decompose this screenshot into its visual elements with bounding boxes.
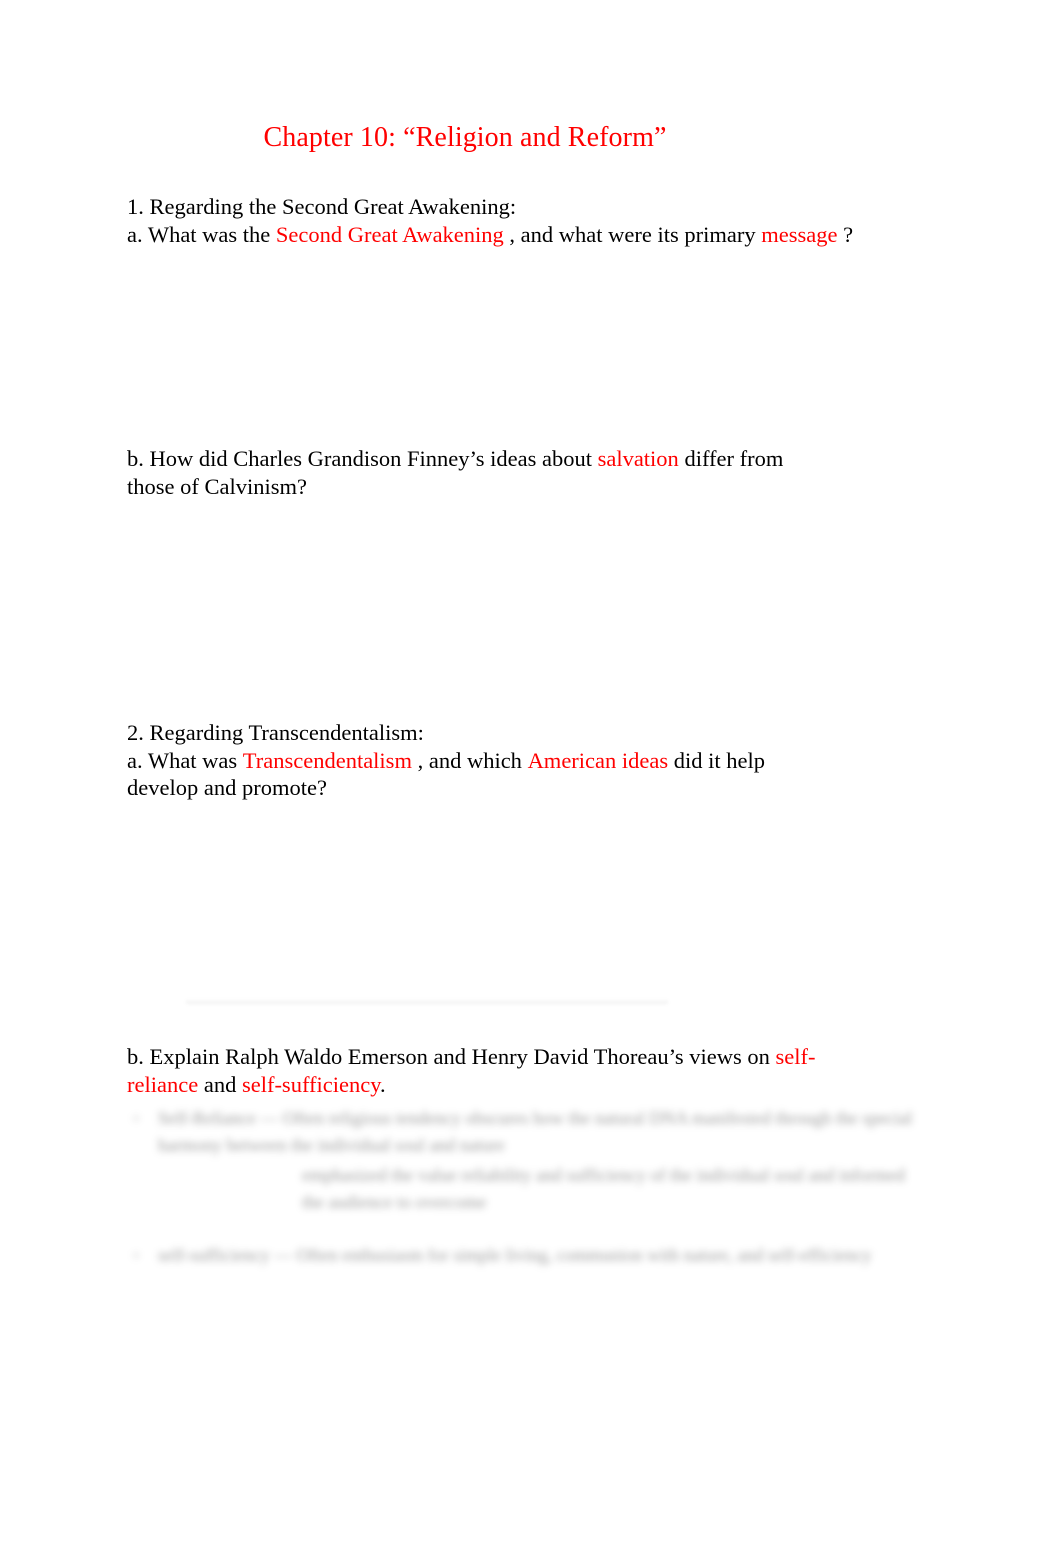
question-2-block: 2. Regarding Transcendentalism: a. What … — [127, 719, 839, 802]
question-2b-text: b. Explain Ralph Waldo Emerson and Henry… — [127, 1043, 839, 1098]
question-1-block: 1. Regarding the Second Great Awakening:… — [127, 193, 887, 248]
q1a-keyword-second-great-awakening: Second Great Awakening — [275, 221, 504, 247]
bullet-marker-icon: ◦ — [133, 1108, 140, 1128]
page-title: Chapter 10: “Religion and Reform” — [263, 122, 667, 153]
q1a-pre: a. What was the — [127, 221, 271, 247]
q2b-post: . — [380, 1071, 386, 1097]
q2a-pre: a. What was — [127, 747, 238, 773]
q2b-keyword-self-sufficiency: self-sufficiency — [241, 1071, 381, 1097]
redacted-bullet-2-text: emphasized the value reliability and suf… — [302, 1165, 905, 1212]
question-1a-text: a. What was the Second Great Awakening, a… — [127, 221, 887, 249]
q1b-keyword-salvation: salvation — [597, 446, 679, 471]
q2a-keyword-american-ideas: American ideas — [527, 747, 669, 773]
q2a-keyword-transcendentalism: Transcendentalism — [242, 747, 412, 773]
q2b-pre: b. Explain Ralph Waldo Emerson and Henry… — [127, 1044, 770, 1069]
q1b-pre: b. How did Charles Grandison Finney’s id… — [127, 446, 592, 471]
bullet-marker-icon: ◦ — [133, 1245, 140, 1265]
redacted-bullet-1: ◦ Self-Reliance — Often religious tenden… — [133, 1105, 933, 1159]
redacted-bullet-2: emphasized the value reliability and suf… — [302, 1162, 917, 1216]
question-1-heading: 1. Regarding the Second Great Awakening: — [127, 194, 517, 219]
q2a-mid: , and which — [417, 747, 522, 773]
redacted-notes-area: ◦ Self-Reliance — Often religious tenden… — [127, 1105, 957, 1269]
question-2b-block: b. Explain Ralph Waldo Emerson and Henry… — [127, 1043, 839, 1098]
q2b-mid: and — [203, 1071, 237, 1097]
redacted-bullet-3: ◦ self-sufficiency — Often enthusiasm fo… — [133, 1242, 933, 1269]
q1a-keyword-message: message — [761, 221, 838, 247]
document-page: Chapter 10: “Religion and Reform” 1. Reg… — [0, 0, 1062, 1561]
question-2-heading: 2. Regarding Transcendentalism: — [127, 720, 424, 745]
redacted-bullet-1-text: Self-Reliance — Often religious tendency… — [158, 1108, 913, 1155]
redacted-bullet-3-text: self-sufficiency — Often enthusiasm for … — [158, 1245, 872, 1265]
faint-divider-line — [186, 999, 668, 1005]
question-1b-block: b. How did Charles Grandison Finney’s id… — [127, 445, 827, 500]
question-1b-text: b. How did Charles Grandison Finney’s id… — [127, 445, 827, 500]
q1a-mid: , and what were its primary — [509, 221, 756, 247]
q1a-post: ? — [843, 221, 854, 247]
question-2a-text: a. What was Transcendentalism, and which A… — [127, 747, 839, 802]
